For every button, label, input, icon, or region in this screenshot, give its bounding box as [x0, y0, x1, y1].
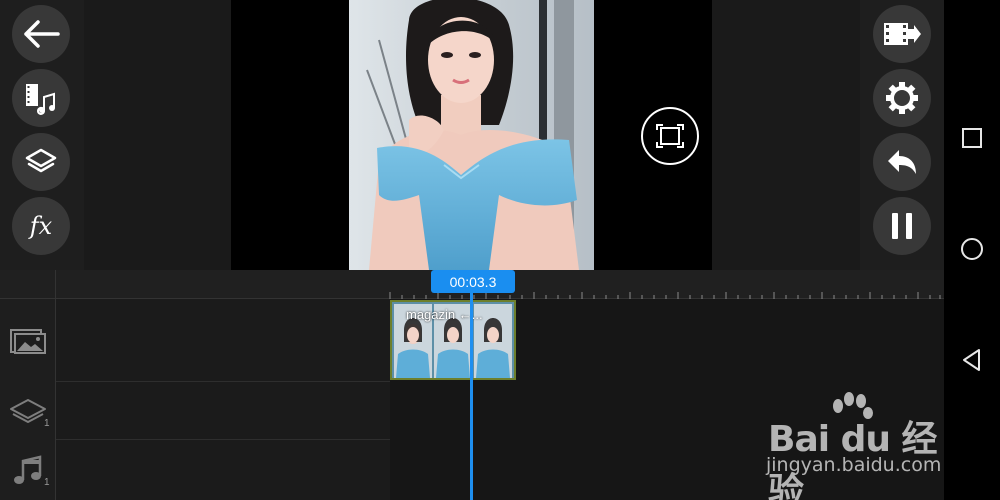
pause-icon [892, 213, 912, 239]
media-music-icon [26, 84, 55, 115]
undo-icon [888, 150, 916, 174]
current-time-badge[interactable]: 00:03.3 [431, 270, 515, 293]
baidu-jingyan-watermark: Bai du 经验 jingyan.baidu.com [764, 392, 944, 500]
layer-track-count: 1 [44, 418, 50, 429]
layer-track-header[interactable]: 1 [0, 382, 56, 440]
back-button[interactable] [12, 5, 70, 63]
playhead[interactable] [470, 288, 473, 500]
undo-button[interactable] [873, 133, 931, 191]
fx-icon: fx [29, 212, 53, 240]
recents-button[interactable] [958, 124, 986, 152]
back-nav-button[interactable] [958, 346, 986, 374]
audio-track-count: 1 [44, 477, 50, 488]
fullscreen-button[interactable] [641, 107, 699, 165]
pause-button[interactable] [873, 197, 931, 255]
preview-margin-right [712, 0, 860, 270]
effects-button[interactable]: fx [12, 197, 70, 255]
recents-icon [962, 128, 982, 148]
settings-button[interactable] [873, 69, 931, 127]
fullscreen-icon [656, 124, 684, 148]
video-preview [231, 0, 712, 270]
left-toolbar: fx [0, 0, 84, 270]
home-button[interactable] [958, 235, 986, 263]
export-button[interactable] [873, 5, 931, 63]
video-editor-app: fx 1 1 magazin ←... 00:03.3 Bai du 经验 ji… [0, 0, 944, 500]
right-toolbar [860, 0, 944, 270]
track-headers: 1 1 [0, 299, 56, 500]
android-nav-bar [944, 0, 1000, 500]
layers-icon [25, 148, 57, 173]
back-arrow-icon [24, 20, 60, 48]
preview-margin-left [84, 0, 231, 270]
audio-track-header[interactable]: 1 [0, 440, 56, 500]
image-track-icon [10, 328, 46, 354]
export-icon [884, 23, 921, 45]
video-clip[interactable]: magazin ←... [390, 300, 516, 380]
video-track-header[interactable] [0, 299, 56, 382]
layers-button[interactable] [12, 133, 70, 191]
back-icon [963, 349, 980, 371]
add-media-button[interactable] [12, 69, 70, 127]
layer-track-icon [10, 399, 46, 423]
watermark-site: jingyan.baidu.com [766, 454, 942, 476]
home-icon [961, 238, 983, 260]
music-track-icon [14, 455, 42, 484]
settings-icon [886, 82, 918, 114]
preview-frame-image [349, 0, 594, 270]
